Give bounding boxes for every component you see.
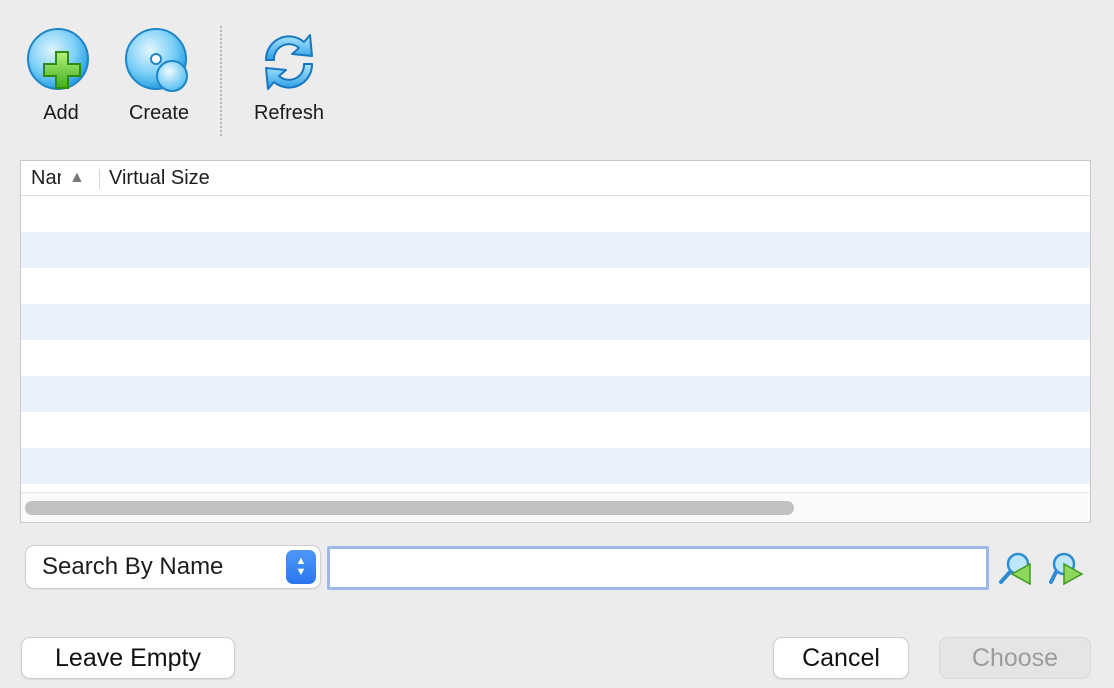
toolbar: Add Create Refresh — [0, 0, 1114, 150]
table-body — [21, 196, 1090, 484]
search-mode-value: Search By Name — [42, 553, 224, 580]
column-virtual-size-label: Virtual Size — [109, 166, 210, 189]
column-header-name[interactable]: Name ▲ — [31, 166, 99, 190]
horizontal-scrollbar[interactable] — [21, 492, 1090, 522]
column-divider[interactable] — [99, 169, 100, 189]
search-forward-button[interactable] — [1048, 550, 1086, 588]
chevron-up-down-icon: ▲ ▼ — [286, 550, 316, 584]
refresh-label: Refresh — [253, 102, 325, 124]
table-row — [21, 448, 1090, 484]
add-label: Add — [43, 102, 79, 124]
table-row — [21, 412, 1090, 448]
create-button[interactable]: Create — [114, 26, 204, 125]
table-header: Name ▲ Virtual Size — [21, 161, 1090, 196]
choose-button[interactable]: Choose — [940, 638, 1090, 678]
toolbar-separator — [220, 26, 222, 136]
table-row — [21, 304, 1090, 340]
table-row — [21, 232, 1090, 268]
add-disk-icon — [27, 28, 89, 90]
table-row — [21, 268, 1090, 304]
leave-empty-button[interactable]: Leave Empty — [22, 638, 234, 678]
search-input[interactable] — [327, 546, 989, 590]
column-name-label: Name — [31, 166, 61, 189]
column-header-virtual-size[interactable]: Virtual Size — [109, 166, 210, 190]
table-row — [21, 196, 1090, 232]
table-row — [21, 340, 1090, 376]
create-label: Create — [128, 102, 190, 124]
search-backward-button[interactable] — [996, 550, 1034, 588]
media-table[interactable]: Name ▲ Virtual Size — [20, 160, 1091, 523]
search-forward-icon — [1049, 552, 1084, 586]
create-disk-icon — [125, 28, 188, 92]
refresh-button[interactable]: Refresh — [244, 26, 334, 125]
medium-selector-dialog: Add Create Refresh Na ▲ Virtual Size Sea… — [0, 0, 1114, 688]
sort-ascending-icon: ▲ — [69, 169, 85, 186]
refresh-icon — [264, 34, 314, 90]
search-backward-icon — [999, 552, 1031, 586]
cancel-button[interactable]: Cancel — [774, 638, 908, 678]
search-mode-select[interactable]: Search By Name ▲ ▼ — [26, 546, 320, 588]
add-button[interactable]: Add — [16, 26, 106, 125]
table-row — [21, 376, 1090, 412]
horizontal-scrollbar-thumb[interactable] — [25, 501, 794, 515]
